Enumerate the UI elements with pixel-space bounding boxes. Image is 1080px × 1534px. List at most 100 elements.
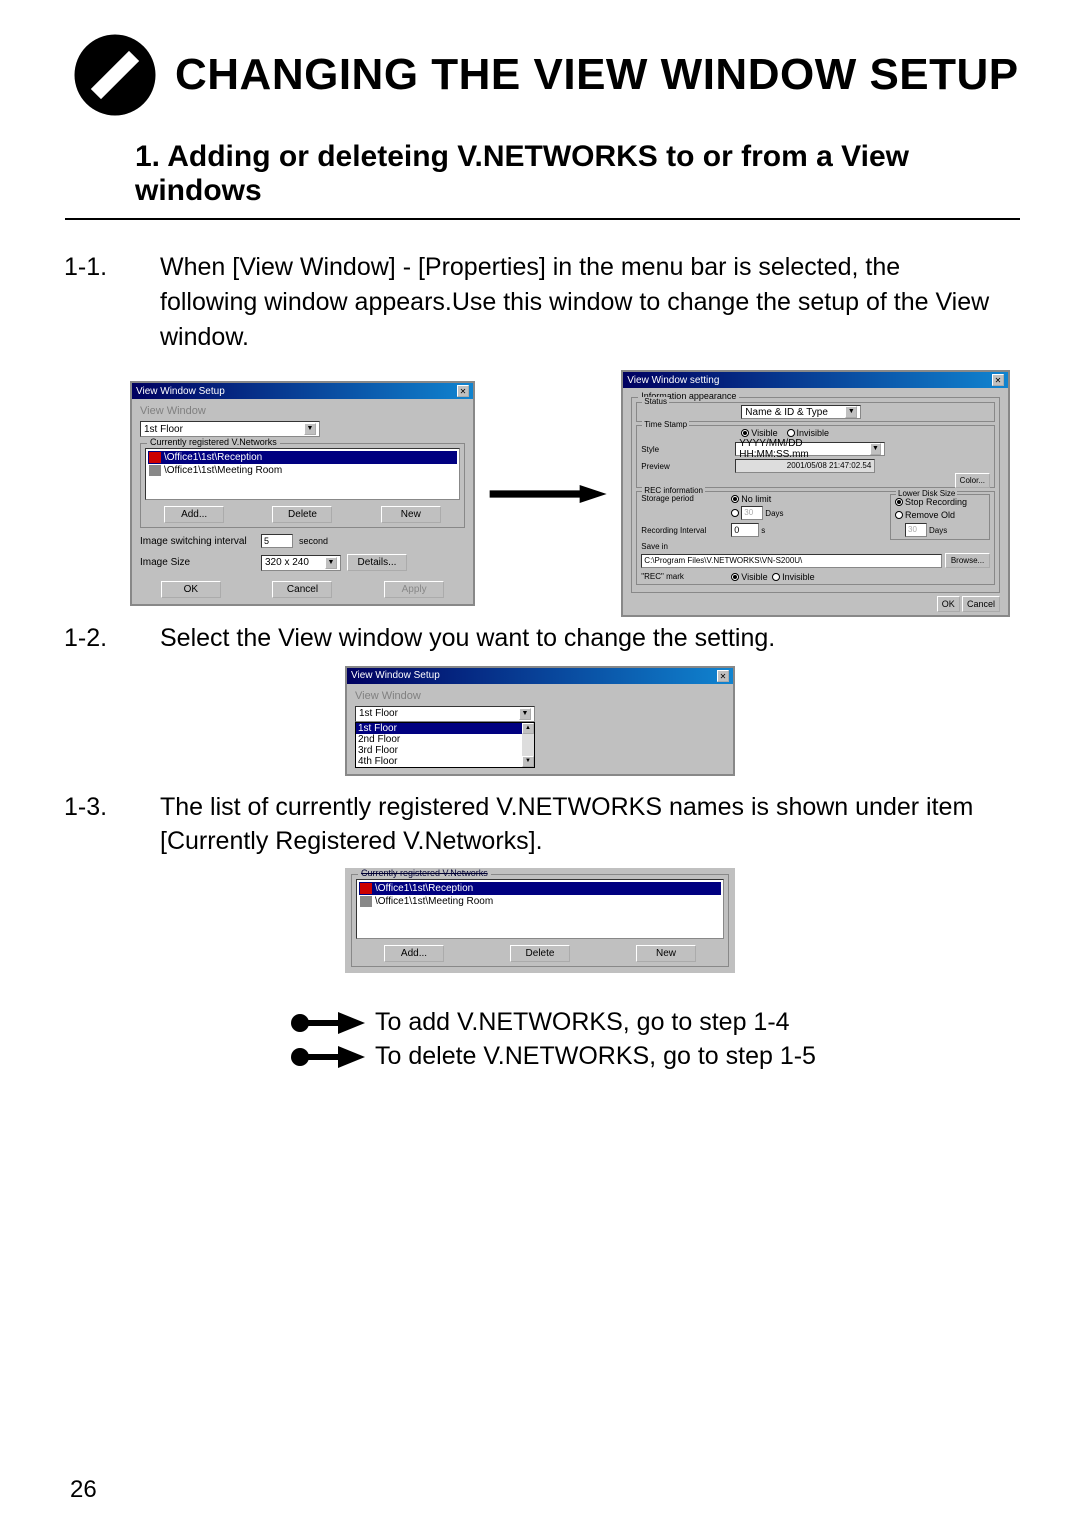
cancel-button[interactable]: Cancel: [962, 596, 1000, 612]
list-item[interactable]: \Office1\1st\Meeting Room: [148, 464, 457, 477]
list-item-label: \Office1\1st\Reception: [164, 452, 262, 463]
network-icon: [360, 883, 372, 894]
dialog-titlebar: View Window setting ✕: [623, 372, 1008, 388]
new-button[interactable]: New: [381, 506, 441, 523]
image-size-label: Image Size: [140, 557, 255, 568]
list-item[interactable]: \Office1\1st\Meeting Room: [359, 895, 721, 908]
chevron-down-icon[interactable]: ▼: [325, 557, 337, 569]
style-combo[interactable]: YYYY/MM/DD HH:MM:SS.mm ▼: [735, 442, 885, 456]
dropdown-item[interactable]: 2nd Floor: [356, 734, 522, 745]
step-number: 1-1.: [112, 250, 160, 285]
page-number: 26: [70, 1476, 97, 1504]
dialog-title: View Window Setup: [136, 386, 225, 397]
network-icon: [149, 452, 161, 463]
step-number: 1-2.: [112, 622, 160, 656]
disk-size-label: Lower Disk Size: [896, 489, 957, 498]
step-1-1: 1-1.When [View Window] - [Properties] in…: [0, 220, 1080, 365]
view-window-dropdown-dialog: View Window Setup ✕ View Window 1st Floo…: [345, 666, 735, 776]
view-window-setting-dialog: View Window setting ✕ Information appear…: [621, 370, 1010, 617]
view-window-combo[interactable]: 1st Floor ▼: [140, 421, 320, 437]
status-combo[interactable]: Name & ID & Type ▼: [741, 405, 861, 419]
image-size-combo[interactable]: 320 x 240 ▼: [261, 555, 341, 571]
ok-button[interactable]: OK: [937, 596, 960, 612]
preview-label: Preview: [641, 462, 731, 471]
view-window-label: View Window: [355, 690, 725, 702]
style-label: Style: [641, 445, 731, 454]
rec-interval-label: Recording Interval: [641, 526, 731, 535]
view-window-combo[interactable]: 1st Floor ▼: [355, 706, 535, 722]
apply-button[interactable]: Apply: [384, 581, 444, 598]
combo-value: 1st Floor: [359, 708, 398, 719]
chevron-down-icon[interactable]: ▼: [304, 423, 316, 435]
invisible-radio[interactable]: Invisible: [772, 572, 815, 582]
dropdown-item[interactable]: 3rd Floor: [356, 745, 522, 756]
nolimit-radio[interactable]: No limit: [731, 494, 771, 504]
days-radio[interactable]: [731, 509, 739, 517]
scroll-up-icon[interactable]: ▲: [522, 723, 534, 734]
list-item-label: \Office1\1st\Reception: [375, 883, 473, 894]
cancel-button[interactable]: Cancel: [272, 581, 332, 598]
close-icon[interactable]: ✕: [717, 670, 729, 682]
storage-period-label: Storage period: [641, 494, 731, 504]
browse-button[interactable]: Browse...: [945, 553, 990, 568]
combo-value: 320 x 240: [265, 557, 309, 568]
list-item[interactable]: \Office1\1st\Reception: [359, 882, 721, 895]
details-button[interactable]: Details...: [347, 554, 407, 571]
remove-old-radio[interactable]: Remove Old: [895, 510, 955, 520]
logo-icon: [70, 30, 160, 120]
arrow-icon: [485, 485, 611, 503]
section-heading: 1. Adding or deleteing V.NETWORKS to or …: [65, 120, 1020, 220]
new-button[interactable]: New: [636, 945, 696, 962]
delete-step-text: To delete V.NETWORKS, go to step 1-5: [375, 1042, 816, 1071]
dropdown-list[interactable]: 1st Floor 2nd Floor 3rd Floor 4th Floor …: [355, 722, 535, 768]
dialog-title: View Window setting: [627, 375, 719, 386]
combo-value: Name & ID & Type: [745, 407, 828, 418]
networks-listbox[interactable]: \Office1\1st\Reception \Office1\1st\Meet…: [356, 879, 724, 939]
networks-panel: Currently registered V.Networks \Office1…: [345, 868, 735, 973]
list-item-label: \Office1\1st\Meeting Room: [375, 896, 493, 907]
add-button[interactable]: Add...: [384, 945, 444, 962]
list-item-label: \Office1\1st\Meeting Room: [164, 465, 282, 476]
dropdown-item[interactable]: 4th Floor: [356, 756, 522, 767]
dialog-titlebar: View Window Setup ✕: [347, 668, 733, 684]
network-icon: [360, 896, 372, 907]
dropdown-item[interactable]: 1st Floor: [356, 723, 522, 734]
view-window-setup-dialog: View Window Setup ✕ View Window 1st Floo…: [130, 381, 475, 606]
second-label: second: [299, 536, 328, 546]
color-button[interactable]: Color...: [955, 473, 990, 488]
networks-listbox[interactable]: \Office1\1st\Reception \Office1\1st\Meet…: [145, 448, 460, 500]
page-title: CHANGING THE VIEW WINDOW SETUP: [175, 50, 1019, 100]
chevron-down-icon[interactable]: ▼: [519, 708, 531, 720]
dialog-titlebar: View Window Setup ✕: [132, 383, 473, 399]
chevron-down-icon[interactable]: ▼: [845, 406, 857, 418]
invisible-radio[interactable]: Invisible: [787, 428, 830, 438]
sec-label: s: [761, 526, 765, 535]
chevron-down-icon[interactable]: ▼: [870, 443, 882, 455]
delete-step-line: To delete V.NETWORKS, go to step 1-5: [290, 1042, 1080, 1071]
scroll-down-icon[interactable]: ▼: [522, 756, 534, 767]
delete-button[interactable]: Delete: [272, 506, 332, 523]
close-icon[interactable]: ✕: [457, 385, 469, 397]
rec-info-label: REC information: [642, 486, 705, 495]
step-text: The list of currently registered V.NETWO…: [160, 793, 973, 855]
rec-interval-spinner[interactable]: 0: [731, 523, 759, 537]
interval-spinner[interactable]: 5: [261, 534, 293, 548]
stop-recording-radio[interactable]: Stop Recording: [895, 497, 967, 507]
arrow-right-icon: [290, 1010, 365, 1036]
view-window-label: View Window: [140, 405, 465, 417]
rec-mark-label: "REC" mark: [641, 572, 731, 582]
dialog-title: View Window Setup: [351, 670, 440, 681]
days-label: Days: [765, 509, 783, 518]
delete-button[interactable]: Delete: [510, 945, 570, 962]
network-icon: [149, 465, 161, 476]
step-text: Select the View window you want to chang…: [160, 624, 775, 652]
savein-path[interactable]: C:\Program Files\V.NETWORKS\VN-S200U\: [641, 554, 942, 568]
scrollbar[interactable]: ▲ ▼: [522, 723, 534, 767]
add-button[interactable]: Add...: [164, 506, 224, 523]
visible-radio[interactable]: Visible: [741, 428, 777, 438]
ok-button[interactable]: OK: [161, 581, 221, 598]
combo-value: 1st Floor: [144, 424, 183, 435]
visible-radio[interactable]: Visible: [731, 572, 767, 582]
list-item[interactable]: \Office1\1st\Reception: [148, 451, 457, 464]
close-icon[interactable]: ✕: [992, 374, 1004, 386]
